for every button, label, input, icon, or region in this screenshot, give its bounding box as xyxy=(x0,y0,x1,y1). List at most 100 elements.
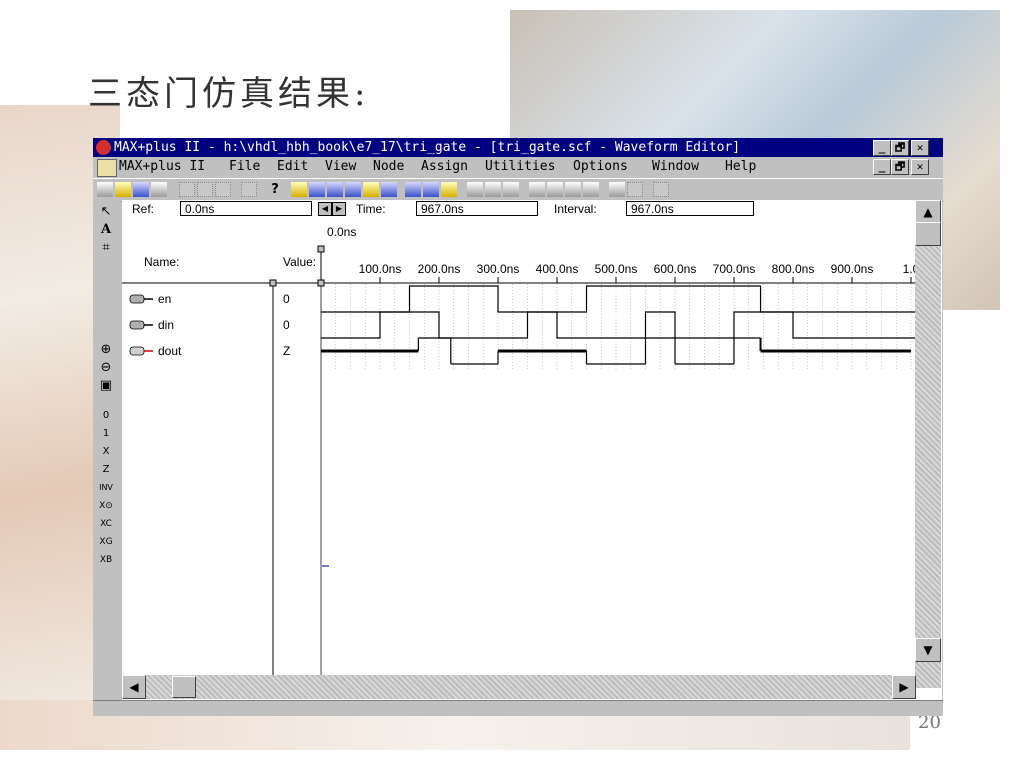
snap-grid-icon[interactable] xyxy=(609,182,625,197)
signal-name: en xyxy=(158,292,171,306)
floorplan-editor-icon[interactable] xyxy=(345,182,361,197)
signal-value: 0 xyxy=(283,292,290,306)
context-help-icon[interactable]: ? xyxy=(267,182,283,197)
doc-minimize-button[interactable]: _ xyxy=(873,159,891,175)
minimize-button[interactable]: _ xyxy=(873,140,891,156)
toolbar: ? xyxy=(93,178,943,202)
timing-analyzer-icon[interactable] xyxy=(405,182,421,197)
close-button[interactable]: ✕ xyxy=(911,140,929,156)
vertical-scrollbar[interactable]: ▲ ▼ xyxy=(915,200,941,688)
find-clear-icon[interactable] xyxy=(583,182,599,197)
set-low-icon[interactable]: 0 xyxy=(97,407,115,425)
time-tick-label: 600.0ns xyxy=(654,262,697,276)
find-next-icon[interactable] xyxy=(547,182,563,197)
menu-options[interactable]: Options xyxy=(573,157,628,177)
scroll-down-button[interactable]: ▼ xyxy=(915,638,941,662)
document-icon[interactable] xyxy=(97,159,117,177)
menu-node[interactable]: Node xyxy=(373,157,404,177)
paste-icon[interactable] xyxy=(215,182,231,197)
hierarchy-top-icon[interactable] xyxy=(309,182,325,197)
scroll-right-button[interactable]: ▶ xyxy=(892,675,916,699)
signal-value: Z xyxy=(283,344,290,358)
hierarchy-display-icon[interactable] xyxy=(327,182,343,197)
overwrite-group-icon[interactable]: XG xyxy=(97,533,115,551)
status-bar xyxy=(93,700,943,716)
input-port-icon xyxy=(129,320,145,330)
waveform-draw-tool-icon[interactable]: ⌗ xyxy=(97,239,115,257)
invert-icon[interactable]: INV xyxy=(97,479,115,497)
maxplus-window: MAX+plus II - h:\vhdl_hbh_book\e7_17\tri… xyxy=(93,138,943,716)
menu-assign[interactable]: Assign xyxy=(421,157,468,177)
print-icon[interactable] xyxy=(151,182,167,197)
find-node-icon[interactable] xyxy=(529,182,545,197)
set-high-icon[interactable]: 1 xyxy=(97,425,115,443)
signal-value: 0 xyxy=(283,318,290,332)
new-file-icon[interactable] xyxy=(97,182,113,197)
menu-help[interactable]: Help xyxy=(725,157,756,177)
app-icon[interactable] xyxy=(96,140,111,155)
simulator-icon[interactable] xyxy=(381,182,397,197)
waveform-editor: Ref: 0.0ns ◀ ▶ Time: 967.0ns Interval: 9… xyxy=(122,200,942,700)
menu-edit[interactable]: Edit xyxy=(277,157,308,177)
horizontal-scroll-thumb[interactable] xyxy=(172,676,196,698)
scroll-left-button[interactable]: ◀ xyxy=(122,675,146,699)
menu-file[interactable]: File xyxy=(229,157,260,177)
window-title: MAX+plus II - h:\vhdl_hbh_book\e7_17\tri… xyxy=(114,140,741,155)
zoom-out-icon[interactable]: ⊖ xyxy=(97,359,115,377)
find-previous-icon[interactable] xyxy=(565,182,581,197)
compiler-icon[interactable] xyxy=(363,182,379,197)
save-icon[interactable] xyxy=(133,182,149,197)
time-tick-label: 400.0ns xyxy=(536,262,579,276)
window-titlebar[interactable]: MAX+plus II - h:\vhdl_hbh_book\e7_17\tri… xyxy=(93,138,943,157)
fit-window-icon[interactable]: ▣ xyxy=(97,377,115,395)
signal-name: dout xyxy=(158,344,182,358)
menu-utilities[interactable]: Utilities xyxy=(485,157,555,177)
waveform-canvas[interactable]: 100.0ns 200.0ns 300.0ns 400.0ns 500.0ns 600.0… xyxy=(122,200,942,675)
overwrite-clock-icon[interactable]: X⊙ xyxy=(97,497,115,515)
time-tick-label: 900.0ns xyxy=(831,262,874,276)
project-timing-icon[interactable] xyxy=(503,182,519,197)
overwrite-count-icon[interactable]: XC xyxy=(97,515,115,533)
zoom-fit-icon[interactable] xyxy=(653,182,669,197)
doc-close-button[interactable]: ✕ xyxy=(911,159,929,175)
output-port-icon xyxy=(129,346,145,356)
input-port-icon xyxy=(129,294,145,304)
menu-view[interactable]: View xyxy=(325,157,356,177)
time-tick-label: 500.0ns xyxy=(595,262,638,276)
project-save-icon[interactable] xyxy=(441,182,457,197)
time-tick-label: 200.0ns xyxy=(418,262,461,276)
tool-palette: ↖ A ⌗ ⊕ ⊖ ▣ 0 1 X Z INV X⊙ XC XG XB xyxy=(93,201,121,701)
selection-tool-icon[interactable]: ↖ xyxy=(97,203,115,221)
time-tick-label: 100.0ns xyxy=(359,262,402,276)
time-tick-label: 700.0ns xyxy=(713,262,756,276)
menu-window[interactable]: Window xyxy=(652,157,699,177)
time-tick-label: 300.0ns xyxy=(477,262,520,276)
zoom-in-icon[interactable]: ⊕ xyxy=(97,341,115,359)
cursor-top-handle xyxy=(317,245,325,253)
time-tick-label: 800.0ns xyxy=(772,262,815,276)
set-highz-icon[interactable]: Z xyxy=(97,461,115,479)
restore-button[interactable]: 🗗 xyxy=(891,140,909,156)
set-unknown-icon[interactable]: X xyxy=(97,443,115,461)
project-compile-icon[interactable] xyxy=(467,182,483,197)
group-icon[interactable] xyxy=(627,182,643,197)
doc-restore-button[interactable]: 🗗 xyxy=(891,159,909,175)
menu-maxplus[interactable]: MAX+plus II xyxy=(119,157,205,177)
horizontal-scrollbar[interactable]: ◀ ▶ xyxy=(122,675,916,699)
waveform-trace xyxy=(321,311,940,339)
project-simulate-icon[interactable] xyxy=(485,182,501,197)
scroll-up-button[interactable]: ▲ xyxy=(915,200,941,224)
copy-icon[interactable] xyxy=(197,182,213,197)
cut-icon[interactable] xyxy=(179,182,195,197)
overwrite-bus-icon[interactable]: XB xyxy=(97,551,115,569)
cursor-handle xyxy=(317,279,325,287)
open-folder-icon[interactable] xyxy=(115,182,131,197)
slide-title: 三态门仿真结果: xyxy=(88,74,370,114)
divider-handle xyxy=(269,279,277,287)
hierarchy-up-icon[interactable] xyxy=(291,182,307,197)
menu-bar: MAX+plus II File Edit View Node Assign U… xyxy=(93,157,943,177)
undo-icon[interactable] xyxy=(241,182,257,197)
programmer-icon[interactable] xyxy=(423,182,439,197)
vertical-scroll-thumb[interactable] xyxy=(915,222,941,246)
text-tool-icon[interactable]: A xyxy=(97,221,115,239)
